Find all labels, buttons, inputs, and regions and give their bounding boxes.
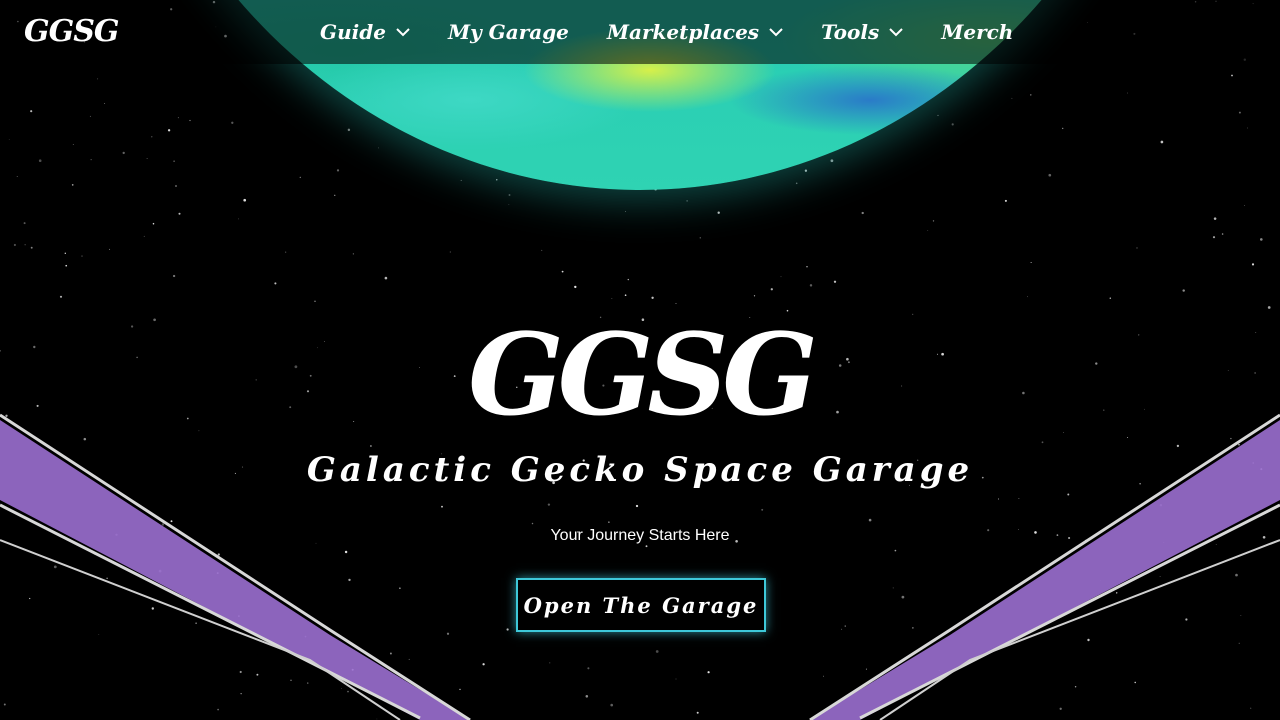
nav-item-label: Marketplaces <box>606 20 760 44</box>
chevron-down-icon <box>889 28 903 37</box>
main-nav: Guide My Garage Marketplaces Tools Merch <box>320 0 1051 64</box>
brand-logo[interactable]: GGSG <box>24 14 120 49</box>
nav-item-tools[interactable]: Tools <box>821 20 903 44</box>
open-garage-button[interactable]: Open The Garage <box>516 578 766 632</box>
top-navbar: GGSG Guide My Garage Marketplaces Tools … <box>0 0 1280 64</box>
nav-item-merch[interactable]: Merch <box>941 20 1013 44</box>
chevron-down-icon <box>396 28 410 37</box>
nav-item-my-garage[interactable]: My Garage <box>448 20 569 44</box>
nav-item-label: My Garage <box>447 20 569 44</box>
nav-item-guide[interactable]: Guide <box>320 20 410 44</box>
nav-item-label: Tools <box>821 20 880 44</box>
hero-logo: GGSG <box>468 310 818 441</box>
nav-item-label: Guide <box>320 20 386 44</box>
chevron-down-icon <box>769 28 783 37</box>
nav-item-marketplaces[interactable]: Marketplaces <box>607 20 783 44</box>
hero-subtitle: Your Journey Starts Here <box>550 527 730 544</box>
nav-item-label: Merch <box>941 20 1014 44</box>
hero-title: Galactic Gecko Space Garage <box>306 450 974 490</box>
